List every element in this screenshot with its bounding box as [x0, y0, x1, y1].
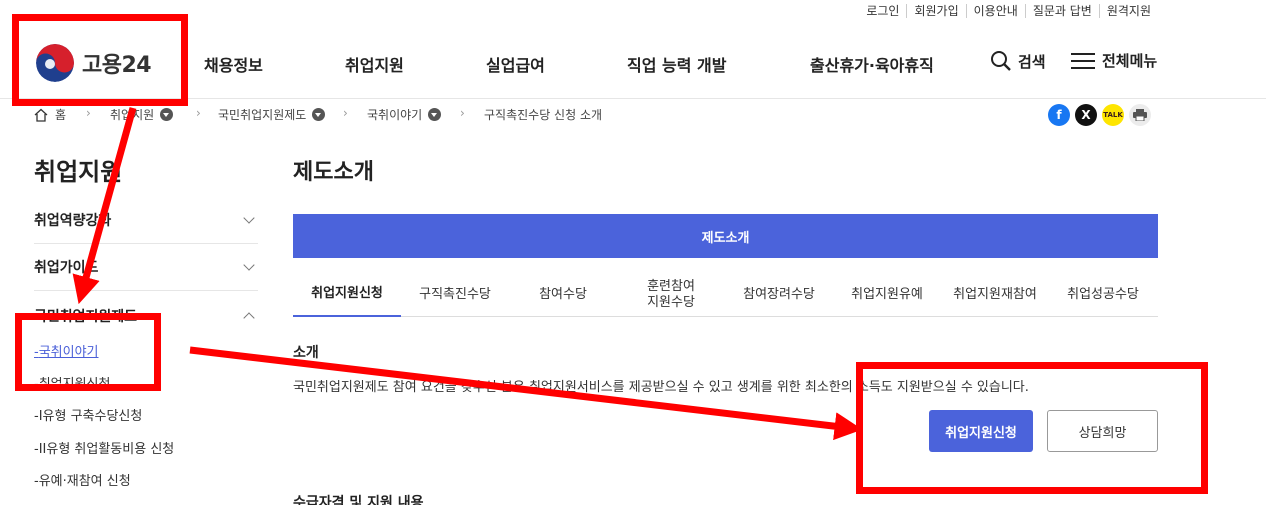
- chevron-down-icon: [243, 212, 255, 224]
- tab-rejoin[interactable]: 취업지원재참여: [941, 272, 1049, 317]
- page-title: 제도소개: [293, 160, 374, 185]
- qna-link[interactable]: 질문과 답변: [1024, 4, 1099, 18]
- lnb-group-label: 취업가이드: [34, 260, 99, 276]
- breadcrumb-current: 구직촉진수당 신청 소개: [484, 108, 603, 122]
- section-title-eligibility: 수급자격 및 지원 내용: [293, 495, 424, 505]
- lnb-title: 취업지원: [34, 158, 123, 186]
- lnb-sub-type2[interactable]: -II유형 취업활동비용 신청: [34, 438, 174, 457]
- lnb-sub-label: I유형 구축수당신청: [38, 409, 143, 424]
- x-icon[interactable]: X: [1075, 104, 1097, 126]
- tab-job-seeking-allowance[interactable]: 구직촉진수당: [401, 272, 509, 317]
- lnb-group-capacity[interactable]: 취업역량강화: [34, 197, 258, 244]
- search-icon: [991, 51, 1011, 71]
- lnb-sub-type1[interactable]: -I유형 구축수당신청: [34, 405, 142, 424]
- search-button[interactable]: 검색: [990, 50, 1046, 72]
- signup-link[interactable]: 회원가입: [906, 4, 965, 18]
- remote-support-link[interactable]: 원격지원: [1098, 4, 1158, 18]
- tab-training-allowance[interactable]: 훈련참여 지원수당: [617, 272, 725, 317]
- chevron-up-icon: [243, 312, 255, 324]
- lnb-sub-label: II유형 취업활동비용 신청: [38, 442, 175, 457]
- share-bar: f X TALK: [1043, 104, 1151, 126]
- program-tabs: 취업지원신청 구직촉진수당 참여수당 훈련참여 지원수당 참여장려수당 취업지원…: [293, 272, 1158, 317]
- breadcrumb-home[interactable]: 홈: [34, 106, 66, 123]
- annotation-box-buttons: [856, 362, 1208, 494]
- tab-success-allowance[interactable]: 취업성공수당: [1049, 272, 1157, 317]
- dropdown-icon: [160, 108, 174, 121]
- dropdown-icon: [312, 108, 326, 121]
- breadcrumb-story[interactable]: 국취이야기: [367, 106, 442, 123]
- breadcrumb-label: 취업지원: [110, 108, 155, 122]
- search-label: 검색: [1018, 52, 1046, 71]
- tab-participation-allowance[interactable]: 참여수당: [509, 272, 617, 317]
- chevron-down-icon: [243, 259, 255, 271]
- facebook-icon[interactable]: f: [1048, 104, 1070, 126]
- breadcrumb-separator-icon: ›: [196, 106, 201, 120]
- nav-employment-support[interactable]: 취업지원: [345, 52, 404, 76]
- utility-nav: 로그인 회원가입 이용안내 질문과 답변 원격지원: [859, 4, 1158, 18]
- breadcrumb-label: 국민취업지원제도: [218, 108, 307, 122]
- lnb-sub-deferral[interactable]: -유예·재참여 신청: [34, 470, 131, 489]
- kakaotalk-label: TALK: [1103, 111, 1123, 119]
- annotation-box-logo: [12, 14, 188, 106]
- tab-deferral[interactable]: 취업지원유예: [833, 272, 941, 317]
- full-menu-label: 전체메뉴: [1102, 52, 1158, 70]
- full-menu-button[interactable]: 전체메뉴: [1071, 50, 1157, 71]
- lnb-group-label: 취업역량강화: [34, 213, 112, 229]
- breadcrumb-separator-icon: ›: [460, 106, 465, 120]
- login-link[interactable]: 로그인: [859, 4, 906, 18]
- nav-job-info[interactable]: 채용정보: [204, 52, 263, 76]
- nav-vocational-training[interactable]: 직업 능력 개발: [627, 52, 726, 76]
- breadcrumb-home-label: 홈: [55, 108, 67, 122]
- nav-parental-leave[interactable]: 출산휴가·육아휴직: [810, 52, 934, 76]
- breadcrumb-label: 국취이야기: [367, 108, 423, 122]
- breadcrumb-national-program[interactable]: 국민취업지원제도: [218, 106, 326, 123]
- breadcrumb-separator-icon: ›: [343, 106, 348, 120]
- tab-encouragement-allowance[interactable]: 참여장려수당: [725, 272, 833, 317]
- tab-apply[interactable]: 취업지원신청: [293, 272, 401, 317]
- section-banner: 제도소개: [293, 214, 1158, 258]
- dropdown-icon: [428, 108, 442, 121]
- lnb-group-guide[interactable]: 취업가이드: [34, 244, 258, 291]
- nav-unemployment-benefit[interactable]: 실업급여: [486, 52, 545, 76]
- hamburger-icon: [1071, 52, 1095, 69]
- home-icon: [34, 108, 48, 122]
- section-title-intro: 소개: [293, 345, 319, 361]
- breadcrumb-separator-icon: ›: [86, 106, 91, 120]
- annotation-box-story: [15, 313, 161, 391]
- lnb-sub-label: 유예·재참여 신청: [38, 474, 131, 489]
- header-divider: [0, 98, 1266, 99]
- breadcrumb-employment-support[interactable]: 취업지원: [110, 106, 174, 123]
- kakaotalk-icon[interactable]: TALK: [1102, 104, 1124, 126]
- guide-link[interactable]: 이용안내: [965, 4, 1025, 18]
- print-icon[interactable]: [1129, 104, 1151, 126]
